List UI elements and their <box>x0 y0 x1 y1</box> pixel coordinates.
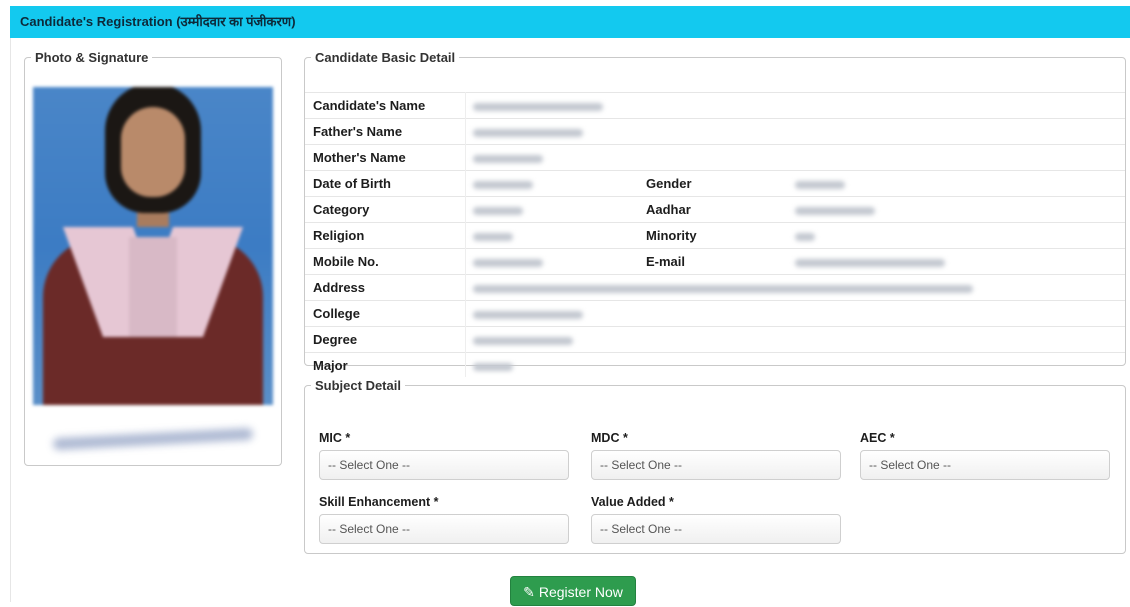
register-now-label: Register Now <box>538 584 623 600</box>
father-name-value <box>465 118 1125 145</box>
college-label: College <box>305 300 465 327</box>
basic-detail-legend: Candidate Basic Detail <box>315 50 456 65</box>
photo-signature-panel: Photo & Signature <box>24 50 282 466</box>
table-row: College <box>305 300 1125 327</box>
basic-detail-table: Candidate's Name Father's Name Mother's … <box>305 92 1125 378</box>
aec-field: AEC * -- Select One -- <box>860 431 1110 480</box>
dob-value <box>465 170 638 197</box>
table-row: Address <box>305 274 1125 301</box>
email-value <box>787 248 1125 275</box>
mic-label: MIC * <box>319 431 351 445</box>
category-label: Category <box>305 196 465 223</box>
gender-label: Gender <box>638 170 787 197</box>
skill-enhancement-label: Skill Enhancement * <box>319 495 439 509</box>
mobile-label: Mobile No. <box>305 248 465 275</box>
religion-label: Religion <box>305 222 465 249</box>
mobile-value <box>465 248 638 275</box>
table-row: Mobile No. E-mail <box>305 248 1125 275</box>
aec-select[interactable]: -- Select One -- <box>860 450 1110 480</box>
table-row: Father's Name <box>305 118 1125 145</box>
page-title: Candidate's Registration (उम्मीदवार का प… <box>20 14 296 29</box>
photo-signature-legend: Photo & Signature <box>35 50 149 65</box>
dob-label: Date of Birth <box>305 170 465 197</box>
address-label: Address <box>305 274 465 301</box>
subject-detail-panel: Subject Detail MIC * -- Select One -- MD… <box>304 378 1126 554</box>
table-row: Date of Birth Gender <box>305 170 1125 197</box>
table-row: Mother's Name <box>305 144 1125 171</box>
left-border <box>10 38 11 602</box>
father-name-label: Father's Name <box>305 118 465 145</box>
candidate-signature <box>33 419 273 459</box>
religion-value <box>465 222 638 249</box>
aadhar-label: Aadhar <box>638 196 787 223</box>
category-value <box>465 196 638 223</box>
mother-name-value <box>465 144 1125 171</box>
mic-field: MIC * -- Select One -- <box>319 431 569 480</box>
skill-enhancement-select[interactable]: -- Select One -- <box>319 514 569 544</box>
subject-detail-legend: Subject Detail <box>315 378 401 393</box>
value-added-select[interactable]: -- Select One -- <box>591 514 841 544</box>
table-row: Category Aadhar <box>305 196 1125 223</box>
aec-label: AEC * <box>860 431 895 445</box>
major-value <box>465 352 1125 378</box>
candidate-name-value <box>465 92 1125 119</box>
table-row: Candidate's Name <box>305 92 1125 119</box>
table-row: Degree <box>305 326 1125 353</box>
gender-value <box>787 170 1125 197</box>
value-added-label: Value Added * <box>591 495 674 509</box>
college-value <box>465 300 1125 327</box>
address-value <box>465 274 1125 301</box>
skill-enhancement-field: Skill Enhancement * -- Select One -- <box>319 495 569 544</box>
pencil-icon: ✎ <box>523 584 535 600</box>
page-header: Candidate's Registration (उम्मीदवार का प… <box>10 6 1130 38</box>
mdc-select[interactable]: -- Select One -- <box>591 450 841 480</box>
basic-detail-panel: Candidate Basic Detail Candidate's Name … <box>304 50 1126 378</box>
aadhar-value <box>787 196 1125 223</box>
candidate-name-label: Candidate's Name <box>305 92 465 119</box>
table-row: Religion Minority <box>305 222 1125 249</box>
mother-name-label: Mother's Name <box>305 144 465 171</box>
value-added-field: Value Added * -- Select One -- <box>591 495 841 544</box>
mic-select[interactable]: -- Select One -- <box>319 450 569 480</box>
minority-label: Minority <box>638 222 787 249</box>
degree-value <box>465 326 1125 353</box>
major-label: Major <box>305 352 465 378</box>
candidate-photo <box>33 87 273 405</box>
mdc-field: MDC * -- Select One -- <box>591 431 841 480</box>
mdc-label: MDC * <box>591 431 628 445</box>
degree-label: Degree <box>305 326 465 353</box>
email-label: E-mail <box>638 248 787 275</box>
table-row: Major <box>305 352 1125 378</box>
minority-value <box>787 222 1125 249</box>
